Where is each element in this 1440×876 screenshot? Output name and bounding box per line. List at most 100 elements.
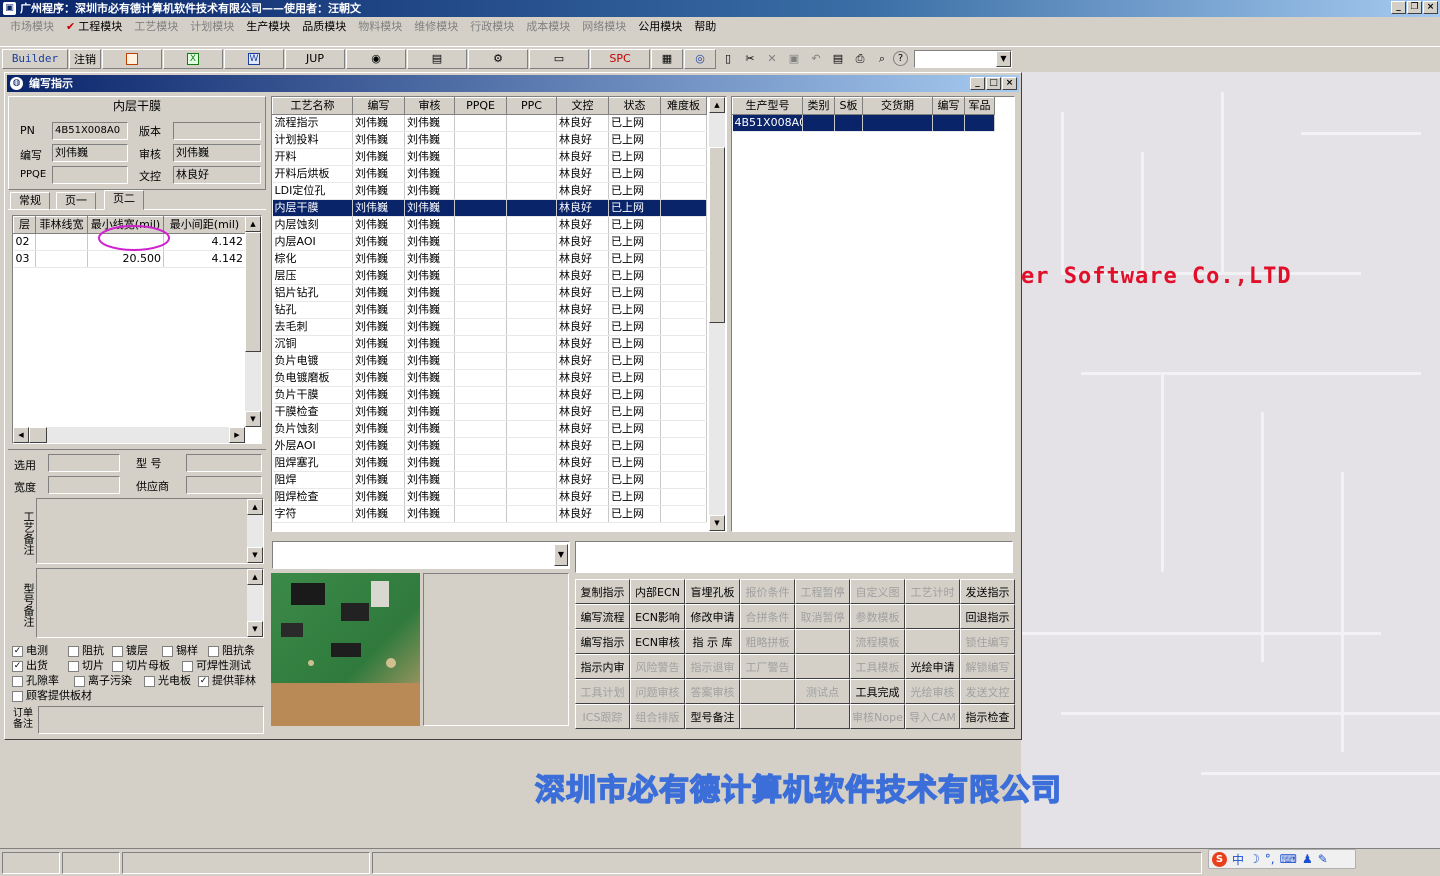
- empty-button[interactable]: [795, 704, 850, 729]
- menu-item-6[interactable]: 物料模块: [352, 17, 408, 37]
- action-button[interactable]: 指示内审: [575, 654, 630, 679]
- menu-item-1[interactable]: ✔ 工程模块: [60, 17, 128, 37]
- product-column-header[interactable]: S板: [834, 97, 863, 115]
- action-button[interactable]: 解锁编写: [960, 654, 1015, 679]
- action-button[interactable]: 复制指示: [575, 579, 630, 604]
- product-column-header[interactable]: 军品: [964, 97, 995, 115]
- product-column-header[interactable]: 类别: [802, 97, 835, 115]
- table-row[interactable]: 铝片钻孔 刘伟巍 刘伟巍 林良好 已上网: [272, 284, 707, 302]
- checkbox-option[interactable]: 阻抗条: [208, 642, 255, 658]
- process-column-header[interactable]: PPQE: [454, 97, 507, 115]
- checkbox-option[interactable]: ✓ 电测: [12, 642, 48, 658]
- undo-icon[interactable]: ↶: [805, 49, 827, 69]
- chevron-down-icon[interactable]: ▼: [996, 50, 1011, 67]
- process-column-header[interactable]: 状态: [608, 97, 661, 115]
- action-button[interactable]: 工具计划: [575, 679, 630, 704]
- menu-item-10[interactable]: 网络模块: [576, 17, 632, 37]
- delete-icon[interactable]: ✕: [761, 49, 783, 69]
- empty-button[interactable]: [740, 704, 795, 729]
- review-field[interactable]: 刘伟巍: [173, 144, 261, 162]
- action-button[interactable]: 工具完成: [850, 679, 905, 704]
- action-button[interactable]: 粗略拼板: [740, 629, 795, 654]
- sub-minimize-button[interactable]: _: [970, 77, 985, 90]
- action-button[interactable]: 工程暂停: [795, 579, 850, 604]
- sub-maximize-button[interactable]: □: [986, 77, 1001, 90]
- save-icon[interactable]: ▣: [783, 49, 805, 69]
- action-button[interactable]: ICS跟踪: [575, 704, 630, 729]
- checkbox-empty-icon[interactable]: [68, 645, 79, 657]
- description-field[interactable]: [575, 541, 1013, 573]
- checkbox-empty-icon[interactable]: [12, 690, 23, 702]
- menu-item-7[interactable]: 维修模块: [408, 17, 464, 37]
- action-button[interactable]: 合拼条件: [740, 604, 795, 629]
- table-row[interactable]: 负片电镀 刘伟巍 刘伟巍 林良好 已上网: [272, 352, 707, 370]
- version-field[interactable]: [173, 122, 261, 140]
- word-icon[interactable]: W: [224, 48, 284, 69]
- checkbox-checked-icon[interactable]: ✓: [198, 675, 209, 687]
- menu-item-3[interactable]: 计划模块: [184, 17, 240, 37]
- calendar-icon[interactable]: ▦: [651, 48, 683, 69]
- table-row[interactable]: 字符 刘伟巍 刘伟巍 林良好 已上网: [272, 505, 707, 523]
- action-button[interactable]: 锁住编写: [960, 629, 1015, 654]
- chevron-down-icon[interactable]: ▼: [554, 544, 568, 566]
- action-button[interactable]: 内部ECN: [630, 579, 685, 604]
- empty-button[interactable]: [740, 679, 795, 704]
- wrench-icon[interactable]: ✎: [1318, 852, 1328, 866]
- checkbox-option[interactable]: 光电板: [144, 672, 191, 688]
- table-row[interactable]: 内层AOI 刘伟巍 刘伟巍 林良好 已上网: [272, 233, 707, 251]
- help-icon[interactable]: ?: [893, 51, 908, 66]
- table-row[interactable]: 棕化 刘伟巍 刘伟巍 林良好 已上网: [272, 250, 707, 268]
- model-note-field[interactable]: ▲ ▼: [36, 568, 264, 638]
- table-row[interactable]: 内层蚀刻 刘伟巍 刘伟巍 林良好 已上网: [272, 216, 707, 234]
- action-button[interactable]: 审核Nope: [850, 704, 905, 729]
- checkbox-empty-icon[interactable]: [112, 660, 123, 672]
- process-note-field[interactable]: ▲ ▼: [36, 498, 264, 564]
- action-button[interactable]: ECN审核: [630, 629, 685, 654]
- checkbox-option[interactable]: 孔隙率: [12, 672, 59, 688]
- sub-close-button[interactable]: ×: [1002, 77, 1017, 90]
- database-icon[interactable]: ▤: [407, 48, 467, 69]
- table-row[interactable]: 阻焊塞孔 刘伟巍 刘伟巍 林良好 已上网: [272, 454, 707, 472]
- computer-icon[interactable]: ▭: [529, 48, 589, 69]
- action-button[interactable]: 指示退审: [685, 654, 740, 679]
- ime-language[interactable]: 中: [1232, 851, 1244, 868]
- jup-button[interactable]: JUP: [285, 48, 345, 69]
- browser-icon[interactable]: ◎: [684, 48, 716, 69]
- menu-item-8[interactable]: 行政模块: [464, 17, 520, 37]
- process-column-header[interactable]: 审核: [404, 97, 455, 115]
- action-button[interactable]: 盲埋孔板: [685, 579, 740, 604]
- toolbar-combo[interactable]: ▼: [914, 49, 1012, 68]
- checkbox-empty-icon[interactable]: [12, 675, 23, 687]
- action-button[interactable]: 光绘审核: [905, 679, 960, 704]
- process-column-header[interactable]: PPC: [506, 97, 557, 115]
- empty-button[interactable]: [795, 654, 850, 679]
- action-button[interactable]: 发送指示: [960, 579, 1015, 604]
- cut-icon[interactable]: ✂: [739, 49, 761, 69]
- close-button[interactable]: ×: [1423, 1, 1438, 14]
- checkbox-empty-icon[interactable]: [144, 675, 155, 687]
- table-row[interactable]: 沉铜 刘伟巍 刘伟巍 林良好 已上网: [272, 335, 707, 353]
- subwindow-title-bar[interactable]: ◍ 编写指示 _ □ ×: [7, 75, 1019, 92]
- checkbox-empty-icon[interactable]: [208, 645, 219, 657]
- checkbox-empty-icon[interactable]: [162, 645, 173, 657]
- tab-page-one[interactable]: 页一: [56, 192, 96, 210]
- supplier-field[interactable]: [186, 476, 262, 494]
- action-button[interactable]: 修改申请: [685, 604, 740, 629]
- checkbox-option[interactable]: 锡样: [162, 642, 198, 658]
- menu-item-12[interactable]: 帮助: [688, 17, 722, 37]
- process-vertical-scrollbar[interactable]: ▲ ▼: [709, 97, 725, 531]
- product-column-header[interactable]: 交货期: [862, 97, 933, 115]
- table-row[interactable]: 开料 刘伟巍 刘伟巍 林良好 已上网: [272, 148, 707, 166]
- tab-page-two[interactable]: 页二: [104, 190, 144, 210]
- checkbox-option[interactable]: 阻抗: [68, 642, 104, 658]
- action-button[interactable]: 报价条件: [740, 579, 795, 604]
- user-icon[interactable]: ♟: [1302, 852, 1313, 866]
- builder-button[interactable]: Builder: [2, 48, 68, 69]
- checkbox-option[interactable]: 切片: [68, 657, 104, 673]
- excel-icon[interactable]: X: [163, 48, 223, 69]
- action-button[interactable]: ECN影响: [630, 604, 685, 629]
- action-button[interactable]: 回退指示: [960, 604, 1015, 629]
- table-row[interactable]: 去毛刺 刘伟巍 刘伟巍 林良好 已上网: [272, 318, 707, 336]
- type-field[interactable]: [186, 454, 262, 472]
- action-button[interactable]: 指示检查: [960, 704, 1015, 729]
